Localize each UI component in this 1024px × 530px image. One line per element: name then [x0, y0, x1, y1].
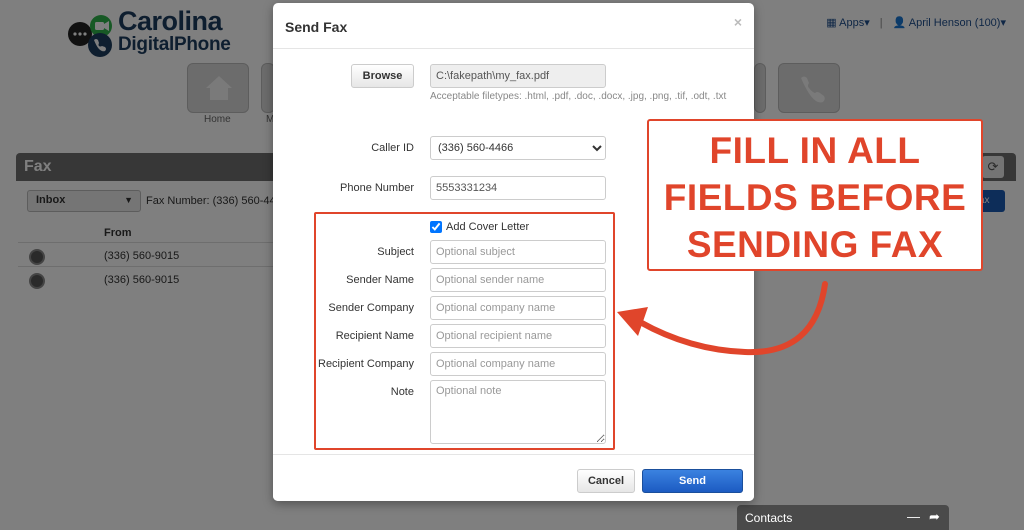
caller-id-label: Caller ID — [371, 142, 414, 154]
phone-number-field[interactable] — [430, 176, 606, 200]
cancel-button[interactable]: Cancel — [577, 469, 635, 493]
highlight-frame — [314, 212, 615, 450]
callout-line: FIELDS BEFORE — [663, 177, 967, 218]
send-button[interactable]: Send — [642, 469, 743, 493]
minimize-icon[interactable]: — — [907, 509, 920, 524]
contacts-bar[interactable]: Contacts — ➦ — [737, 505, 949, 530]
callout-line: SENDING FAX — [686, 224, 944, 265]
file-path-field[interactable] — [430, 64, 606, 88]
callout-text: FILL IN ALL FIELDS BEFORE SENDING FAX — [649, 127, 981, 268]
instruction-callout: FILL IN ALL FIELDS BEFORE SENDING FAX — [647, 119, 983, 271]
popout-arrow-icon[interactable]: ➦ — [929, 509, 940, 525]
browse-button[interactable]: Browse — [351, 64, 414, 88]
dialog-title: Send Fax — [285, 19, 348, 35]
close-icon[interactable]: × — [734, 14, 742, 30]
caller-id-select[interactable]: (336) 560-4466 — [430, 136, 606, 160]
callout-line: FILL IN ALL — [709, 130, 921, 171]
phone-number-label: Phone Number — [340, 182, 414, 194]
contacts-label: Contacts — [745, 511, 793, 525]
dialog-header: Send Fax × — [273, 3, 754, 49]
file-type-hint: Acceptable filetypes: .html, .pdf, .doc,… — [430, 91, 727, 102]
